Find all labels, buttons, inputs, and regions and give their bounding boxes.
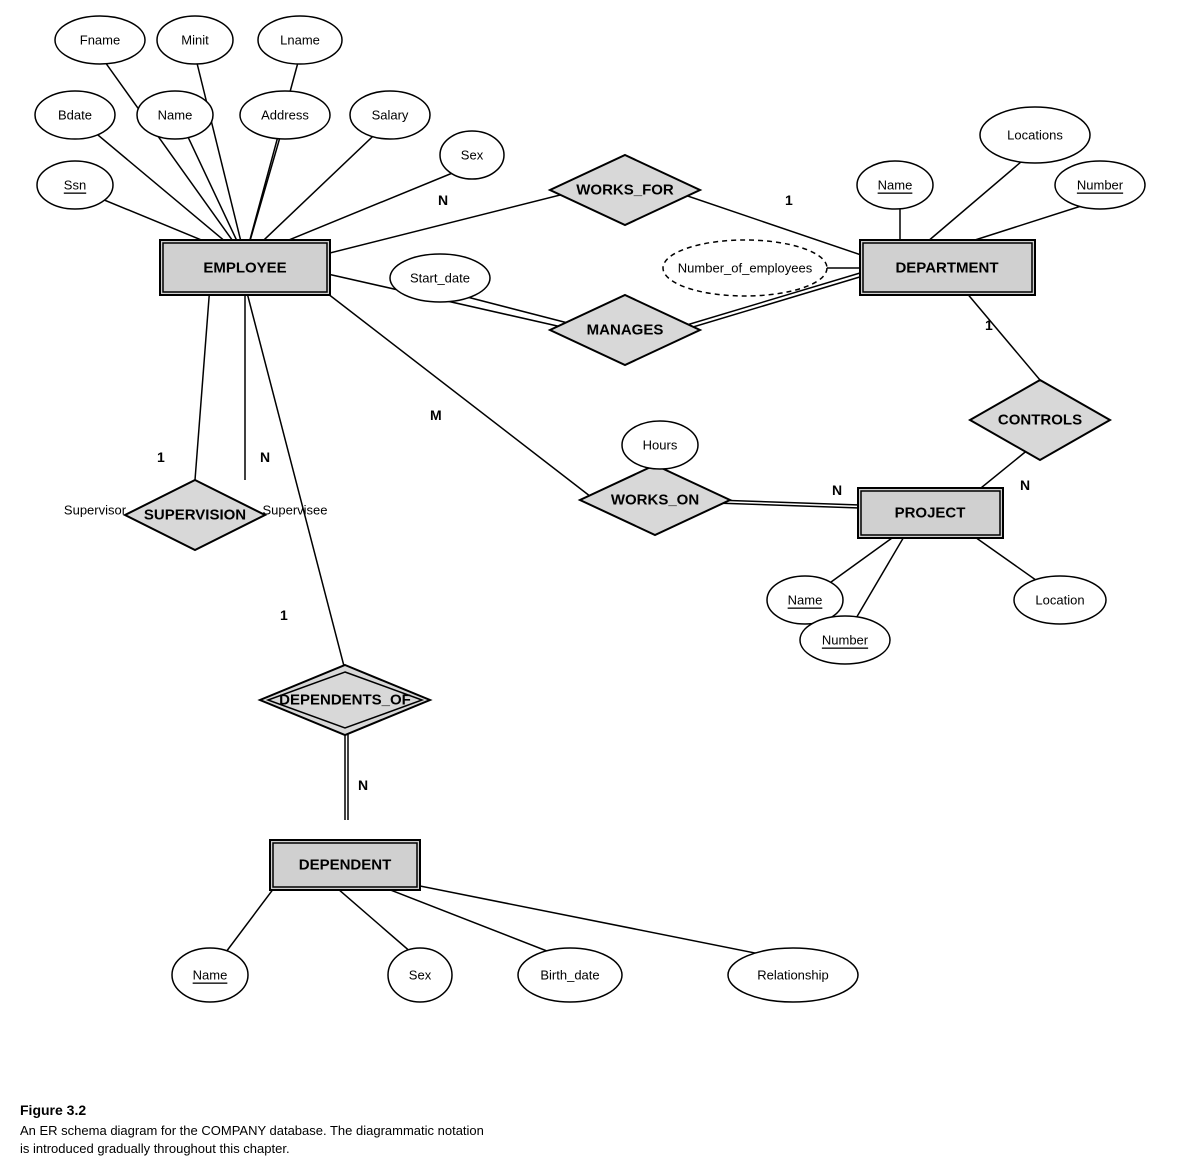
attr-relationship-label: Relationship [757, 968, 829, 983]
rel-works-on-label: WORKS_ON [611, 492, 699, 509]
attr-emp-name-label: Name [158, 108, 193, 123]
entity-employee-label: EMPLOYEE [203, 260, 286, 277]
svg-text:N: N [832, 482, 842, 498]
attr-ssn-label: Ssn [64, 178, 86, 193]
rel-works-for-label: WORKS_FOR [576, 182, 674, 199]
attr-emp-sex-label: Sex [461, 148, 484, 163]
svg-text:N: N [438, 192, 448, 208]
rel-supervision-label: SUPERVISION [144, 507, 246, 524]
attr-dep-sex-label: Sex [409, 968, 432, 983]
attr-proj-name-label: Name [788, 593, 823, 608]
rel-manages-label: MANAGES [587, 322, 664, 339]
attr-location-label: Location [1035, 593, 1084, 608]
svg-text:M: M [430, 407, 442, 423]
attr-locations-label: Locations [1007, 128, 1063, 143]
entity-department-label: DEPARTMENT [895, 260, 998, 277]
attr-bdate-label: Bdate [58, 108, 92, 123]
attr-fname-label: Fname [80, 33, 120, 48]
attr-num-employees-label: Number_of_employees [678, 261, 813, 276]
attr-hours-label: Hours [643, 438, 678, 453]
attr-birth-date-label: Birth_date [540, 968, 599, 983]
svg-text:N: N [1020, 477, 1030, 493]
attr-salary-label: Salary [372, 108, 409, 123]
label-supervisor: Supervisor [64, 503, 127, 518]
attr-lname-label: Lname [280, 33, 320, 48]
entity-project-label: PROJECT [895, 505, 966, 522]
svg-text:1: 1 [157, 449, 165, 465]
attr-dep-name-label: Name [193, 968, 228, 983]
caption-line1: An ER schema diagram for the COMPANY dat… [20, 1122, 620, 1140]
attr-proj-number-label: Number [822, 633, 869, 648]
svg-text:N: N [260, 449, 270, 465]
attr-address-label: Address [261, 108, 309, 123]
attr-minit-label: Minit [181, 33, 209, 48]
attr-start-date-label: Start_date [410, 271, 470, 286]
svg-text:1: 1 [985, 317, 993, 333]
rel-dependents-of-label: DEPENDENTS_OF [279, 692, 411, 709]
attr-dept-name-label: Name [878, 178, 913, 193]
rel-controls-label: CONTROLS [998, 412, 1082, 429]
caption-line2: is introduced gradually throughout this … [20, 1140, 620, 1158]
caption-title: Figure 3.2 [20, 1102, 620, 1118]
svg-text:N: N [358, 777, 368, 793]
svg-text:1: 1 [785, 192, 793, 208]
attr-dept-number-label: Number [1077, 178, 1124, 193]
figure-caption: Figure 3.2 An ER schema diagram for the … [20, 1102, 620, 1158]
entity-dependent-label: DEPENDENT [299, 857, 392, 874]
er-diagram-container: .entity-rect { fill: #d0d0d0; stroke: #0… [0, 0, 1201, 1080]
svg-text:1: 1 [280, 607, 288, 623]
label-supervisee: Supervisee [262, 503, 327, 518]
